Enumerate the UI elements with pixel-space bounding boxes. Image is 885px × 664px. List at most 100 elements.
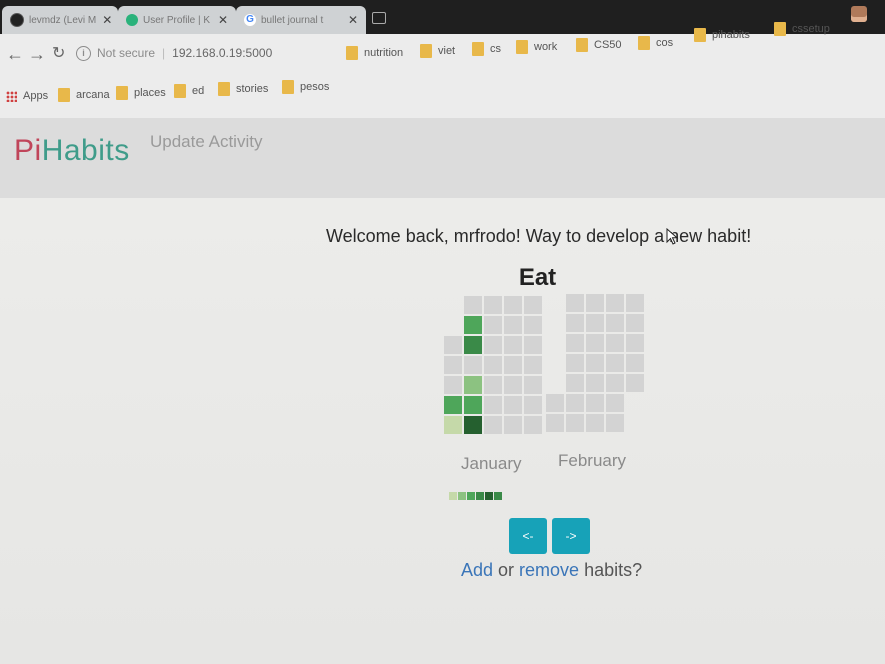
day-cell[interactable] <box>606 374 624 392</box>
day-cell[interactable] <box>484 336 502 354</box>
folder-icon <box>472 42 484 56</box>
day-cell[interactable] <box>586 314 604 332</box>
day-cell[interactable] <box>464 396 482 414</box>
day-cell[interactable] <box>586 294 604 312</box>
day-cell[interactable] <box>566 374 584 392</box>
bookmark-pihabits[interactable]: pihabits <box>694 28 750 42</box>
bookmark-label: viet <box>438 45 456 57</box>
day-cell[interactable] <box>606 394 624 412</box>
brand-logo[interactable]: PiHabits <box>14 134 130 168</box>
bookmark-apps[interactable]: Apps <box>6 90 48 102</box>
previous-month-button[interactable]: <- <box>509 518 547 554</box>
close-tab-icon[interactable]: ✕ <box>96 13 112 27</box>
day-cell[interactable] <box>606 334 624 352</box>
welcome-message: Welcome back, mrfrodo! Way to develop a … <box>326 226 752 246</box>
bookmark-cos[interactable]: cos <box>638 36 673 50</box>
day-cell[interactable] <box>464 416 482 434</box>
address-bar[interactable]: i Not secure | 192.168.0.19:5000 <box>76 40 376 66</box>
day-cell[interactable] <box>606 414 624 432</box>
reload-icon[interactable]: ↻ <box>52 42 65 66</box>
day-cell[interactable] <box>464 336 482 354</box>
bookmark-work[interactable]: work <box>516 40 557 54</box>
new-tab-button[interactable] <box>372 12 386 24</box>
bookmark-pesos[interactable]: pesos <box>282 80 329 94</box>
day-cell[interactable] <box>606 294 624 312</box>
back-arrow-icon[interactable]: ← <box>6 42 24 66</box>
day-cell[interactable] <box>626 314 644 332</box>
day-cell[interactable] <box>444 376 462 394</box>
day-cell[interactable] <box>504 336 522 354</box>
day-cell[interactable] <box>504 396 522 414</box>
bookmark-places[interactable]: places <box>116 86 166 100</box>
day-cell[interactable] <box>444 416 462 434</box>
day-cell[interactable] <box>464 296 482 314</box>
day-cell[interactable] <box>606 354 624 372</box>
day-cell[interactable] <box>484 396 502 414</box>
info-icon[interactable]: i <box>76 45 91 61</box>
day-cell[interactable] <box>586 334 604 352</box>
day-cell[interactable] <box>504 376 522 394</box>
close-tab-icon[interactable]: ✕ <box>342 13 358 27</box>
day-cell[interactable] <box>566 314 584 332</box>
remove-habits-link[interactable]: remove <box>519 560 579 580</box>
bookmark-arcana[interactable]: arcana <box>58 88 110 102</box>
day-cell[interactable] <box>504 416 522 434</box>
day-cell[interactable] <box>524 416 542 434</box>
day-cell[interactable] <box>586 394 604 412</box>
browser-tab-github[interactable]: levmdz (Levi M ✕ <box>2 6 118 34</box>
day-cell[interactable] <box>484 296 502 314</box>
day-cell[interactable] <box>524 376 542 394</box>
day-cell[interactable] <box>484 416 502 434</box>
github-icon <box>10 13 24 27</box>
folder-icon <box>774 22 786 36</box>
bookmark-cs50[interactable]: CS50 <box>576 38 622 52</box>
browser-tab-google[interactable]: G bullet journal t ✕ <box>236 6 366 34</box>
day-cell[interactable] <box>586 374 604 392</box>
update-activity-link[interactable]: Update Activity <box>150 132 262 152</box>
forward-arrow-icon[interactable]: → <box>28 42 46 66</box>
day-cell[interactable] <box>524 316 542 334</box>
day-cell[interactable] <box>566 294 584 312</box>
day-cell[interactable] <box>464 376 482 394</box>
day-cell[interactable] <box>504 296 522 314</box>
day-cell[interactable] <box>444 336 462 354</box>
bookmark-stories[interactable]: stories <box>218 82 268 96</box>
day-cell[interactable] <box>566 354 584 372</box>
day-cell[interactable] <box>464 356 482 374</box>
bookmark-viet[interactable]: viet <box>420 44 455 58</box>
add-habits-link[interactable]: Add <box>461 560 493 580</box>
browser-tab-user-profile[interactable]: User Profile | K ✕ <box>118 6 236 34</box>
day-cell[interactable] <box>484 376 502 394</box>
bookmark-nutrition[interactable]: nutrition <box>346 46 403 60</box>
day-cell[interactable] <box>444 356 462 374</box>
next-month-button[interactable]: -> <box>552 518 590 554</box>
day-cell[interactable] <box>504 356 522 374</box>
close-tab-icon[interactable]: ✕ <box>212 13 228 27</box>
bookmark-label: cos <box>656 37 674 49</box>
day-cell[interactable] <box>524 396 542 414</box>
day-cell[interactable] <box>504 316 522 334</box>
bookmark-cssetup[interactable]: cssetup <box>774 22 830 36</box>
profile-avatar-icon[interactable] <box>851 6 867 22</box>
day-cell[interactable] <box>524 356 542 374</box>
day-cell[interactable] <box>444 396 462 414</box>
day-cell[interactable] <box>626 334 644 352</box>
day-cell[interactable] <box>566 394 584 412</box>
day-cell[interactable] <box>484 356 502 374</box>
day-cell[interactable] <box>546 394 564 412</box>
day-cell[interactable] <box>524 336 542 354</box>
day-cell[interactable] <box>586 414 604 432</box>
day-cell[interactable] <box>626 354 644 372</box>
day-cell[interactable] <box>586 354 604 372</box>
day-cell[interactable] <box>464 316 482 334</box>
day-cell[interactable] <box>606 314 624 332</box>
day-cell[interactable] <box>626 374 644 392</box>
day-cell[interactable] <box>524 296 542 314</box>
day-cell[interactable] <box>626 294 644 312</box>
day-cell[interactable] <box>546 414 564 432</box>
day-cell[interactable] <box>566 414 584 432</box>
bookmark-ed[interactable]: ed <box>174 84 204 98</box>
day-cell[interactable] <box>566 334 584 352</box>
bookmark-cs[interactable]: cs <box>472 42 501 56</box>
day-cell[interactable] <box>484 316 502 334</box>
